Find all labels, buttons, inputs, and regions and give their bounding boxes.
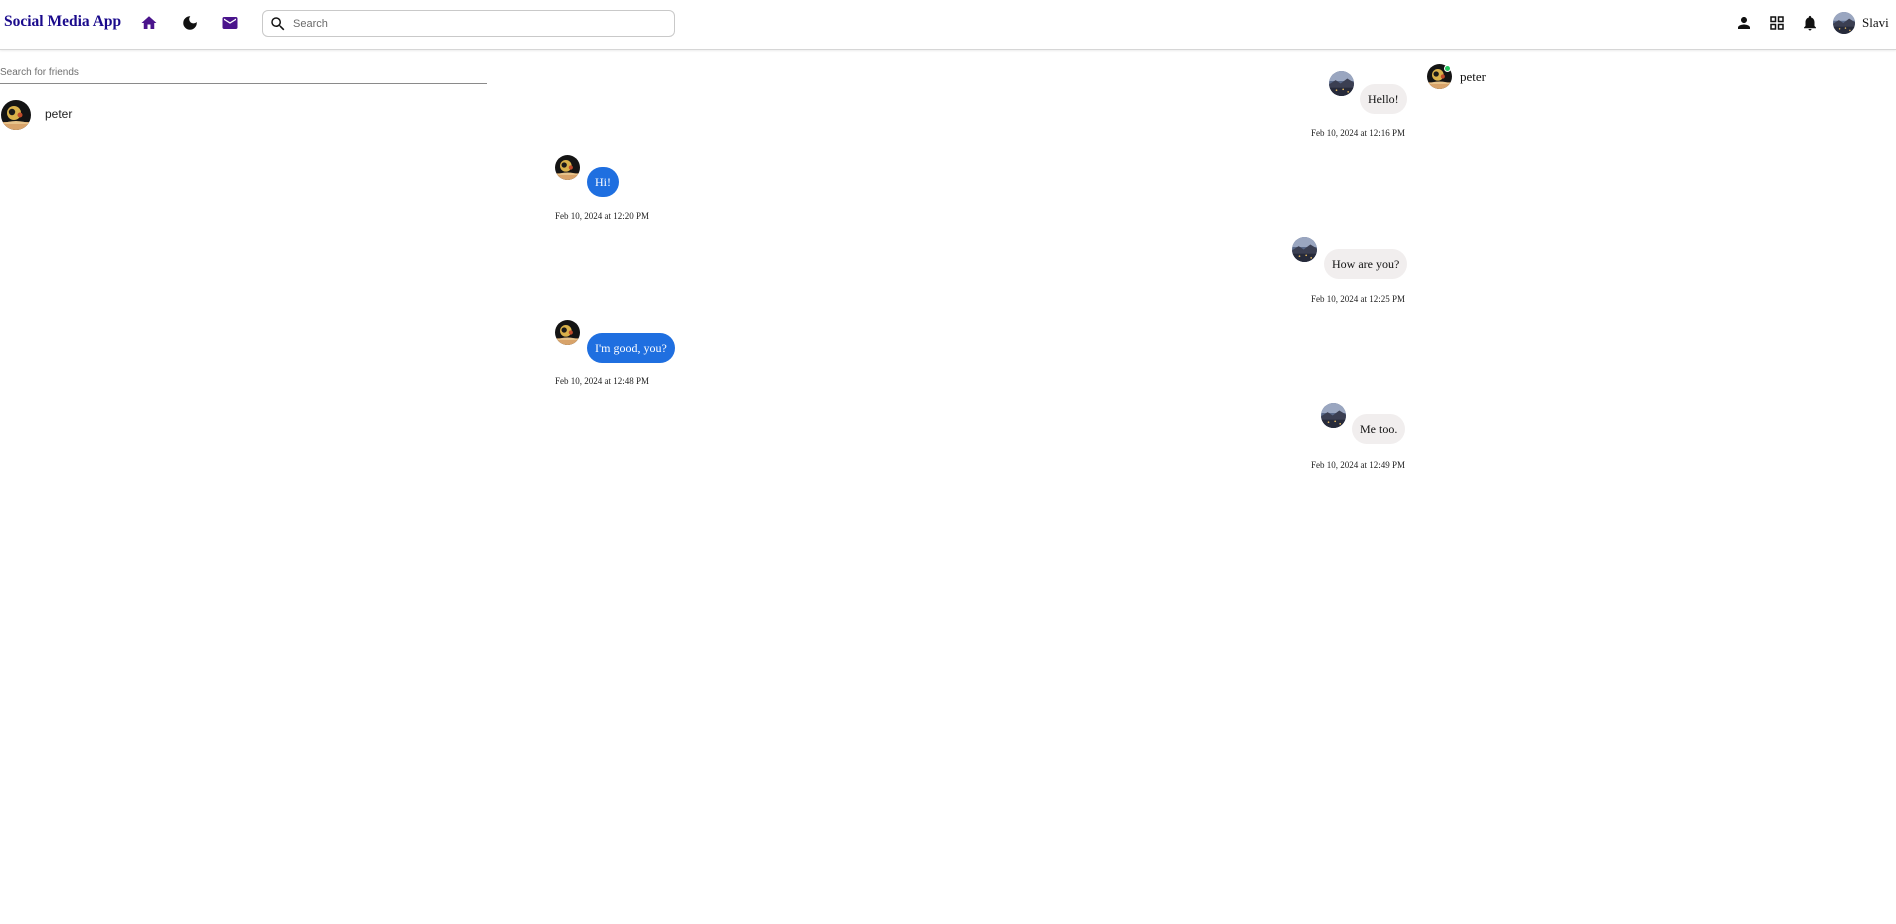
- global-search[interactable]: [262, 10, 675, 37]
- friend-avatar: [1, 100, 31, 130]
- chat-message: Hi! Feb 10, 2024 at 12:20 PM: [555, 155, 675, 225]
- sender-avatar: [1329, 71, 1354, 96]
- user-name: Slavi: [1862, 15, 1889, 30]
- dark-mode-icon[interactable]: [180, 13, 200, 33]
- friend-name: peter: [45, 107, 73, 121]
- sender-avatar: [555, 155, 580, 180]
- notifications-icon[interactable]: [1800, 13, 1820, 33]
- message-timestamp: Feb 10, 2024 at 12:48 PM: [555, 376, 650, 386]
- message-bubble[interactable]: Me too.: [1352, 414, 1406, 444]
- grid-apps-icon[interactable]: [1767, 13, 1787, 33]
- message-timestamp: Feb 10, 2024 at 12:16 PM: [1311, 128, 1406, 138]
- sender-avatar: [1321, 403, 1346, 428]
- chat-message: Hello! Feb 10, 2024 at 12:16 PM: [1300, 70, 1408, 140]
- contact-name: peter: [1460, 69, 1486, 84]
- message-bubble[interactable]: Hello!: [1360, 84, 1407, 114]
- friend-list-item[interactable]: peter: [0, 99, 487, 131]
- user-avatar: [1833, 12, 1855, 34]
- message-timestamp: Feb 10, 2024 at 12:20 PM: [555, 211, 650, 221]
- friend-search[interactable]: [0, 62, 487, 84]
- message-timestamp: Feb 10, 2024 at 12:25 PM: [1311, 294, 1406, 304]
- search-input[interactable]: [293, 14, 663, 33]
- top-navbar: Social Media App Slavi: [0, 0, 1896, 50]
- user-menu[interactable]: Slavi: [1833, 11, 1889, 35]
- home-icon[interactable]: [139, 13, 159, 33]
- chat-message: How are you? Feb 10, 2024 at 12:25 PM: [1290, 236, 1408, 306]
- messages-icon[interactable]: [220, 13, 240, 33]
- person-icon[interactable]: [1734, 13, 1754, 33]
- sender-avatar: [1292, 237, 1317, 262]
- sender-avatar: [555, 320, 580, 345]
- message-bubble[interactable]: How are you?: [1324, 249, 1408, 279]
- friend-search-input[interactable]: [0, 62, 487, 83]
- message-bubble[interactable]: Hi!: [587, 167, 619, 197]
- chat-message: Me too. Feb 10, 2024 at 12:49 PM: [1300, 402, 1408, 472]
- search-icon: [271, 17, 285, 31]
- message-bubble[interactable]: I'm good, you?: [587, 333, 675, 363]
- app-logo-title[interactable]: Social Media App: [4, 13, 121, 31]
- chat-message: I'm good, you? Feb 10, 2024 at 12:48 PM: [555, 320, 705, 390]
- message-timestamp: Feb 10, 2024 at 12:49 PM: [1311, 460, 1406, 470]
- online-status-indicator: [1444, 65, 1451, 72]
